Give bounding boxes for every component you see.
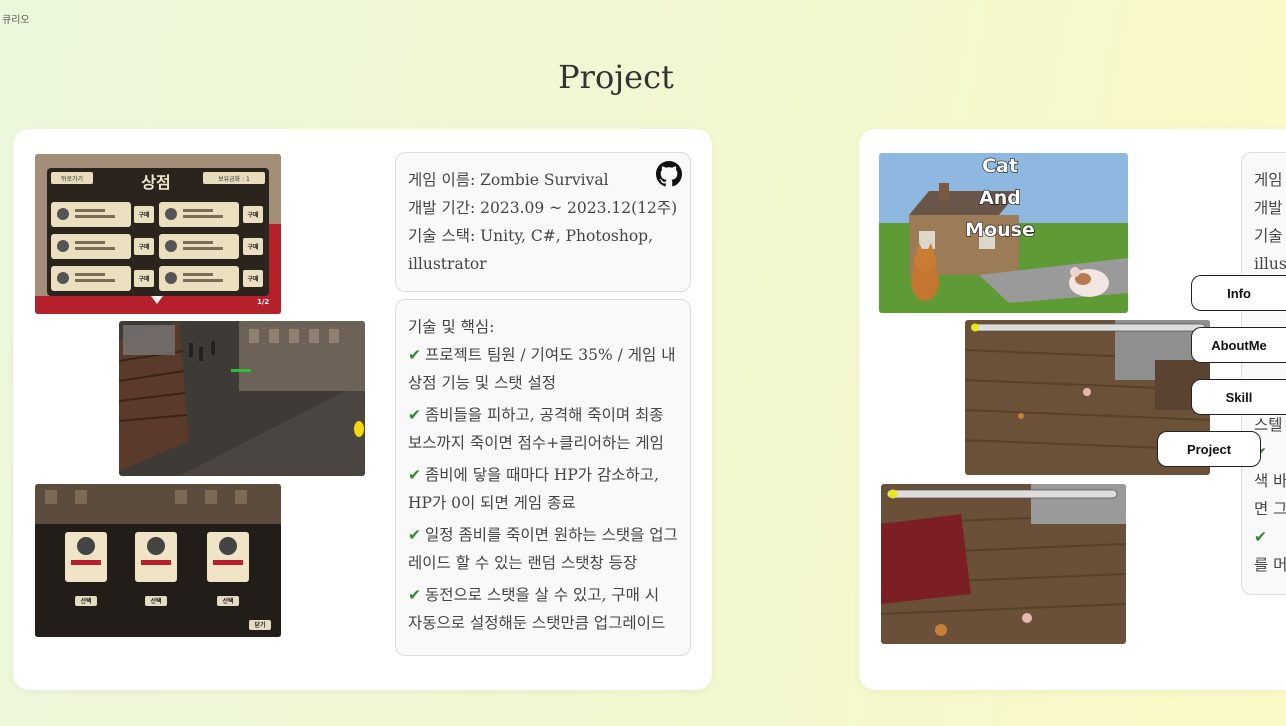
- screenshot-shop: 뒤로가기 상점 보유금화 : 1 구매 구매 구매 구매 구매 구매 1/2: [35, 154, 281, 314]
- shop-title: 상점: [141, 173, 170, 192]
- project-name: 게임 이름: Zombie Survival: [408, 171, 609, 189]
- info-line: 기술: [1254, 227, 1283, 245]
- check-icon: ✔: [1254, 528, 1267, 546]
- info-line: illus: [1254, 255, 1286, 273]
- project-card-zombie-survival: 뒤로가기 상점 보유금화 : 1 구매 구매 구매 구매 구매 구매 1/2 선…: [13, 129, 712, 690]
- screenshot-room-2: [881, 484, 1126, 644]
- corner-label: 큐리오: [2, 15, 30, 26]
- shop-buy-label: 구매: [138, 275, 150, 283]
- section-title: Project: [558, 58, 674, 96]
- screenshot-cover: Cat And Mouse: [879, 153, 1128, 313]
- nav-aboutme-button[interactable]: AboutMe: [1191, 327, 1286, 363]
- check-icon: ✔: [408, 586, 421, 604]
- screenshot-stat-upgrade: 선택 선택 선택 닫기: [35, 484, 281, 637]
- info-line: 개발: [1254, 199, 1283, 217]
- info-line: 게임: [1254, 171, 1283, 189]
- check-icon: ✔: [408, 466, 421, 484]
- cover-title-line: Mouse: [965, 219, 1035, 241]
- cover-title-line: Cat: [982, 155, 1018, 177]
- nav-skill-button[interactable]: Skill: [1191, 379, 1286, 415]
- shop-page-label: 1/2: [257, 298, 269, 306]
- nav-project-button[interactable]: Project: [1157, 431, 1261, 467]
- project-period: 개발 기간: 2023.09 ~ 2023.12(12주): [408, 199, 678, 217]
- screenshot-gameplay: [119, 321, 365, 476]
- stat-close-label: 닫기: [254, 621, 265, 629]
- shop-back-label: 뒤로가기: [61, 175, 83, 183]
- shop-buy-label: 구매: [138, 211, 150, 219]
- project-details-box: 기술 및 핵심: ✔ 프로젝트 팀원 / 기여도 35% / 게임 내 상점 기능…: [395, 299, 691, 656]
- details-point: ✔ 일정 좀비를 죽이면 원하는 스탯을 업그레이드 할 수 있는 랜덤 스탯창 …: [408, 526, 678, 572]
- details-line: ✔: [1254, 523, 1286, 551]
- shop-buy-label: 구매: [247, 275, 259, 283]
- details-line: 를 머: [1254, 556, 1286, 574]
- check-icon: ✔: [408, 346, 421, 364]
- shop-coins-label: 보유금화 : 1: [218, 176, 250, 183]
- project-info-box: 게임 이름: Zombie Survival 개발 기간: 2023.09 ~ …: [395, 152, 691, 292]
- stat-choose-label: 선택: [80, 597, 91, 605]
- details-point: ✔ 동전으로 스탯을 살 수 있고, 구매 시 자동으로 설정해둔 스탯만큼 업그…: [408, 586, 666, 632]
- details-point: ✔ 좀비들을 피하고, 공격해 죽이며 최종 보스까지 죽이면 점수+클리어하는 …: [408, 406, 664, 452]
- details-point: ✔ 좀비에 닿을 때마다 HP가 감소하고, HP가 0이 되면 게임 종료: [408, 466, 659, 512]
- project-stack: 기술 스택: Unity, C#, Photoshop, illustrator: [408, 227, 654, 273]
- github-icon[interactable]: [656, 161, 682, 187]
- project-info-box-partial: 게임 개발 기술 illus: [1241, 152, 1286, 292]
- shop-buy-label: 구매: [247, 243, 259, 251]
- check-icon: ✔: [408, 406, 421, 424]
- details-heading: 기술 및 핵심:: [408, 318, 495, 336]
- details-line: 면 그: [1254, 500, 1286, 518]
- stat-choose-label: 선택: [222, 597, 233, 605]
- cover-title-line: And: [979, 187, 1021, 209]
- shop-buy-label: 구매: [247, 211, 259, 219]
- check-icon: ✔: [408, 526, 421, 544]
- details-line: 색 바: [1254, 472, 1286, 490]
- shop-buy-label: 구매: [138, 243, 150, 251]
- stat-choose-label: 선택: [150, 597, 161, 605]
- details-point: ✔ 프로젝트 팀원 / 기여도 35% / 게임 내 상점 기능 및 스탯 설정: [408, 346, 676, 392]
- nav-info-button[interactable]: Info: [1191, 275, 1286, 311]
